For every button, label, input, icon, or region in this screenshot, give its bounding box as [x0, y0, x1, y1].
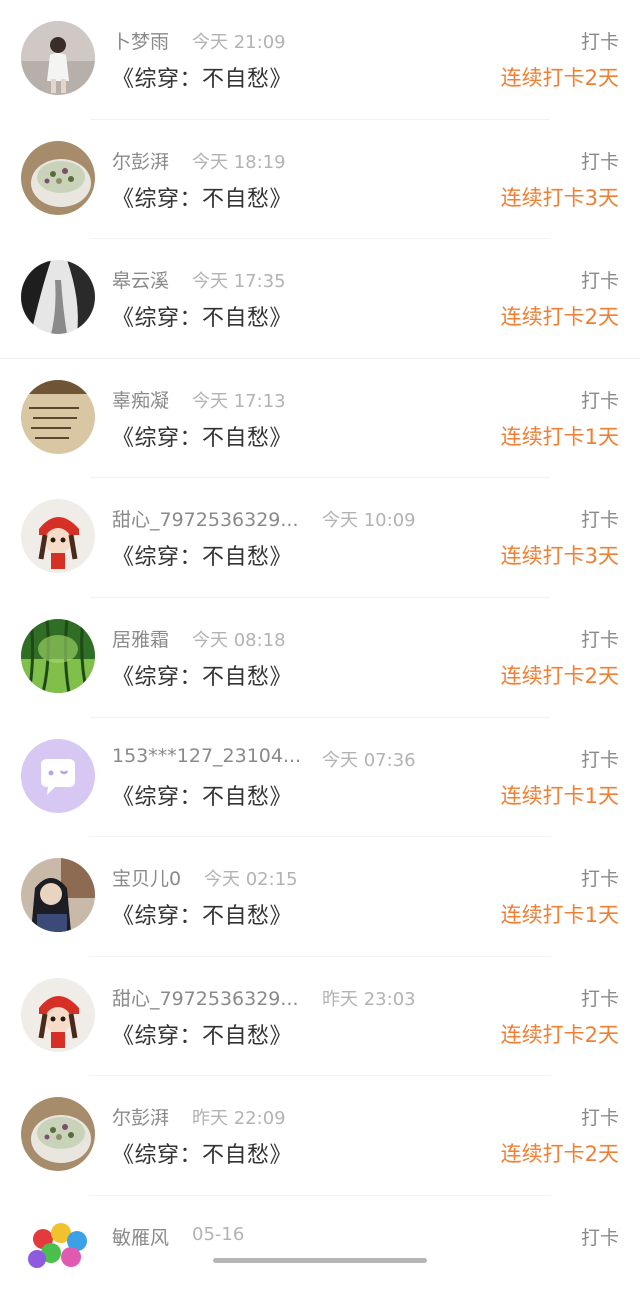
- book-title[interactable]: 《综穿：不自愁》: [112, 1137, 292, 1169]
- user-name[interactable]: 甜心_7972536329...: [112, 984, 299, 1011]
- user-avatar[interactable]: [21, 858, 95, 933]
- streak-count: 连续打卡2天: [500, 1142, 619, 1167]
- user-name[interactable]: 甜心_7972536329...: [112, 505, 299, 532]
- user-name[interactable]: 敏雁风: [112, 1223, 169, 1250]
- list-item[interactable]: 尔彭湃 今天 18:19 《综穿：不自愁》 打卡 连续打卡3天: [0, 120, 640, 240]
- user-avatar[interactable]: [21, 21, 95, 95]
- checkin-time: 今天 07:36: [322, 749, 416, 771]
- checkin-label: 打卡: [580, 509, 619, 532]
- user-avatar[interactable]: [21, 1216, 95, 1291]
- list-item[interactable]: 皋云溪 今天 17:35 《综穿：不自愁》 打卡 连续打卡2天: [0, 239, 640, 359]
- checkin-time: 05-16: [192, 1223, 245, 1245]
- user-avatar[interactable]: [21, 499, 95, 574]
- book-title[interactable]: 《综穿：不自愁》: [112, 779, 292, 811]
- user-name[interactable]: 皋云溪: [112, 266, 169, 293]
- user-avatar[interactable]: [21, 618, 95, 693]
- book-title[interactable]: 《综穿：不自愁》: [112, 539, 292, 571]
- user-name[interactable]: 辜痴凝: [112, 386, 169, 413]
- checkin-label: 打卡: [580, 150, 619, 173]
- checkin-label: 打卡: [580, 1107, 619, 1130]
- user-name[interactable]: 尔彭湃: [112, 1103, 169, 1130]
- checkin-time: 今天 18:19: [192, 151, 286, 173]
- checkin-time: 今天 02:15: [204, 869, 298, 891]
- book-title[interactable]: 《综穿：不自愁》: [112, 659, 292, 691]
- book-title[interactable]: 《综穿：不自愁》: [112, 300, 292, 332]
- user-avatar[interactable]: [21, 977, 95, 1052]
- list-item[interactable]: 甜心_7972536329... 昨天 23:03 《综穿：不自愁》 打卡 连续…: [0, 957, 640, 1077]
- checkin-time: 今天 10:09: [322, 510, 416, 532]
- checkin-label: 打卡: [580, 31, 619, 53]
- streak-count: 连续打卡3天: [500, 185, 619, 210]
- list-item[interactable]: 尔彭湃 昨天 22:09 《综穿：不自愁》 打卡 连续打卡2天: [0, 1076, 640, 1196]
- book-title[interactable]: 《综穿：不自愁》: [112, 420, 292, 452]
- streak-count: 连续打卡2天: [500, 66, 619, 90]
- streak-count: 连续打卡2天: [500, 663, 619, 688]
- user-avatar[interactable]: [21, 738, 95, 813]
- user-avatar[interactable]: [21, 260, 95, 335]
- book-title[interactable]: 《综穿：不自愁》: [112, 181, 292, 213]
- checkin-label: 打卡: [580, 748, 619, 771]
- streak-count: 连续打卡1天: [500, 783, 619, 808]
- streak-count: 连续打卡1天: [500, 903, 619, 928]
- checkin-label: 打卡: [580, 1226, 619, 1249]
- book-title[interactable]: 《综穿：不自愁》: [112, 1018, 292, 1050]
- user-name[interactable]: 153***127_23104...: [112, 745, 301, 767]
- list-item[interactable]: 153***127_23104... 今天 07:36 《综穿：不自愁》 打卡 …: [0, 718, 640, 838]
- user-avatar[interactable]: [21, 379, 95, 454]
- streak-count: 连续打卡1天: [500, 424, 619, 449]
- checkin-time: 今天 17:13: [192, 390, 286, 412]
- checkin-label: 打卡: [580, 987, 619, 1010]
- list-item[interactable]: 甜心_7972536329... 今天 10:09 《综穿：不自愁》 打卡 连续…: [0, 478, 640, 598]
- user-name[interactable]: 尔彭湃: [112, 147, 169, 174]
- list-item[interactable]: 宝贝儿0 今天 02:15 《综穿：不自愁》 打卡 连续打卡1天: [0, 837, 640, 957]
- user-name[interactable]: 宝贝儿0: [112, 864, 181, 891]
- list-item[interactable]: 敏雁风 05-16 打卡: [0, 1196, 640, 1316]
- book-title[interactable]: 《综穿：不自愁》: [112, 61, 292, 93]
- checkin-time: 今天 21:09: [192, 32, 286, 53]
- checkin-list: 卜梦雨 今天 21:09 《综穿：不自愁》 打卡 连续打卡2天 尔彭湃 今天 1…: [0, 0, 640, 1316]
- checkin-time: 今天 17:35: [192, 271, 286, 293]
- user-avatar[interactable]: [21, 140, 95, 215]
- user-name[interactable]: 卜梦雨: [112, 27, 169, 54]
- user-name[interactable]: 居雅霜: [112, 625, 169, 652]
- checkin-time: 昨天 23:03: [322, 988, 416, 1010]
- checkin-label: 打卡: [580, 270, 619, 293]
- checkin-label: 打卡: [580, 389, 619, 412]
- checkin-time: 今天 08:18: [192, 629, 286, 651]
- streak-count: 连续打卡2天: [500, 305, 619, 330]
- list-item[interactable]: 辜痴凝 今天 17:13 《综穿：不自愁》 打卡 连续打卡1天: [0, 359, 640, 479]
- checkin-time: 昨天 22:09: [192, 1108, 286, 1130]
- streak-count: 连续打卡2天: [500, 1022, 619, 1047]
- checkin-label: 打卡: [580, 628, 619, 651]
- book-title[interactable]: 《综穿：不自愁》: [112, 898, 292, 930]
- home-indicator[interactable]: [213, 1258, 427, 1263]
- list-item[interactable]: 卜梦雨 今天 21:09 《综穿：不自愁》 打卡 连续打卡2天: [0, 0, 640, 120]
- user-avatar[interactable]: [21, 1097, 95, 1172]
- checkin-label: 打卡: [580, 868, 619, 891]
- list-item[interactable]: 居雅霜 今天 08:18 《综穿：不自愁》 打卡 连续打卡2天: [0, 598, 640, 718]
- streak-count: 连续打卡3天: [500, 544, 619, 569]
